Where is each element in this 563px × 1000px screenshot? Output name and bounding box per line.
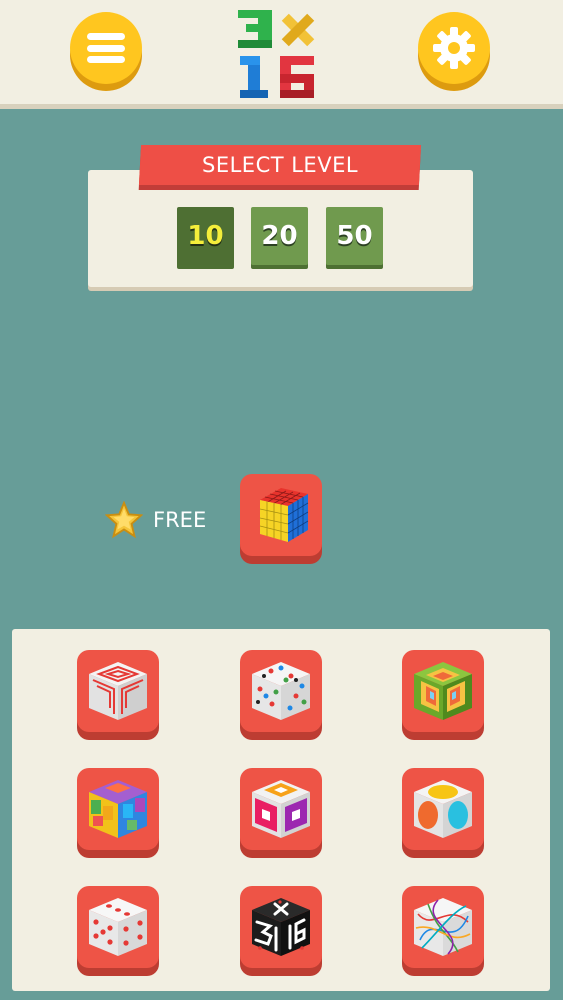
menu-button[interactable] xyxy=(70,12,142,84)
tangled-lines-cube-icon xyxy=(414,898,472,956)
logo xyxy=(238,10,315,98)
level-option-10[interactable]: 10 xyxy=(177,207,234,265)
featured-puzzle-tile[interactable] xyxy=(240,474,322,556)
hamburger-menu-icon xyxy=(87,33,125,63)
square-pattern-cube-icon xyxy=(252,780,310,838)
puzzle-tile-5[interactable] xyxy=(240,768,322,850)
free-label: FREE xyxy=(153,508,207,532)
numbered-rubiks-cube-icon xyxy=(259,488,309,542)
logo-glyph-6 xyxy=(280,56,314,98)
star-icon xyxy=(105,501,143,539)
number-3x16-cube-icon xyxy=(252,898,310,956)
puzzle-tile-1[interactable] xyxy=(77,650,159,732)
puzzle-tile-3[interactable] xyxy=(402,650,484,732)
layered-rings-cube-icon xyxy=(414,662,472,720)
free-badge: FREE xyxy=(105,495,206,545)
colored-blocks-cube-icon xyxy=(89,780,147,838)
level-select-title: SELECT LEVEL xyxy=(138,145,422,185)
white-spiral-cube-icon xyxy=(89,662,147,720)
gear-icon xyxy=(433,27,475,69)
settings-button[interactable] xyxy=(418,12,490,84)
logo-glyph-3 xyxy=(238,10,272,48)
puzzle-tile-7[interactable] xyxy=(77,886,159,968)
puzzle-tile-6[interactable] xyxy=(402,768,484,850)
level-option-20[interactable]: 20 xyxy=(251,207,308,265)
dice-cube-icon xyxy=(89,898,147,956)
logo-glyph-x xyxy=(281,13,315,47)
logo-glyph-1 xyxy=(240,56,268,98)
circle-pattern-cube-icon xyxy=(414,780,472,838)
puzzle-tile-4[interactable] xyxy=(77,768,159,850)
puzzle-tile-8[interactable] xyxy=(240,886,322,968)
puzzle-tile-9[interactable] xyxy=(402,886,484,968)
dotted-white-cube-icon xyxy=(252,662,310,720)
puzzle-tile-2[interactable] xyxy=(240,650,322,732)
level-option-50[interactable]: 50 xyxy=(326,207,383,265)
